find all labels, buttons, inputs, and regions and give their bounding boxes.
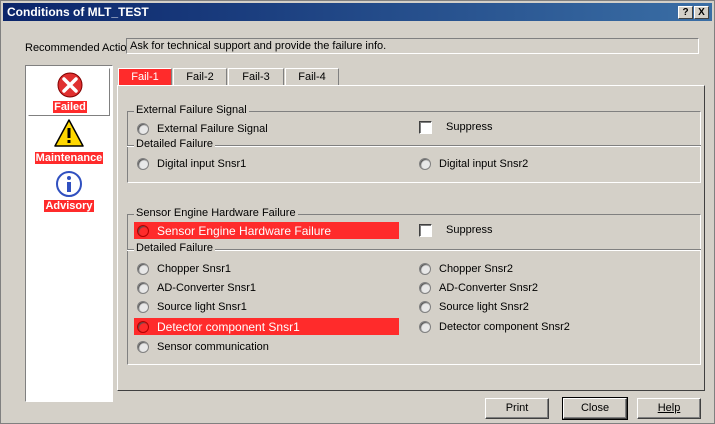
status-indicator <box>137 282 149 294</box>
list-item: Digital input Snsr2 <box>419 156 528 172</box>
title-bar: Conditions of MLT_TEST ? X <box>3 3 712 21</box>
sidebar-item-label: Maintenance <box>34 152 104 164</box>
status-indicator <box>137 341 149 353</box>
suppress-checkbox-row[interactable]: Suppress <box>419 119 492 135</box>
suppress-checkbox[interactable] <box>419 223 432 237</box>
sidebar-item-advisory[interactable]: Advisory <box>28 168 110 216</box>
list-item: Source light Snsr1 <box>137 299 247 315</box>
list-item: Digital input Snsr1 <box>137 156 246 172</box>
tab-fail-3[interactable]: Fail-3 <box>228 68 284 86</box>
status-indicator <box>137 321 149 333</box>
conditions-dialog: Conditions of MLT_TEST ? X Recommended A… <box>0 0 715 424</box>
list-item: AD-Converter Snsr2 <box>419 280 538 296</box>
help-icon[interactable]: ? <box>678 6 693 19</box>
sidebar-item-label: Advisory <box>44 200 94 212</box>
sidebar-item-maintenance[interactable]: Maintenance <box>28 118 110 166</box>
print-button[interactable]: Print <box>485 398 549 419</box>
status-indicator <box>419 301 431 313</box>
window-title: Conditions of MLT_TEST <box>7 5 149 19</box>
signal-label: External Failure Signal <box>157 123 268 135</box>
detail-title: Detailed Failure <box>134 138 216 150</box>
group-title: Sensor Engine Hardware Failure <box>134 207 298 219</box>
detail-title: Detailed Failure <box>134 242 216 254</box>
status-sidebar: Failed Maintenance Advisory <box>25 65 113 402</box>
close-icon[interactable]: X <box>694 6 709 19</box>
status-indicator <box>419 263 431 275</box>
signal-label: Sensor Engine Hardware Failure <box>157 224 332 238</box>
list-item: Source light Snsr2 <box>419 299 529 315</box>
list-item: Detector component Snsr1 <box>137 319 300 335</box>
status-indicator <box>419 282 431 294</box>
status-indicator <box>137 123 149 135</box>
tab-fail-4[interactable]: Fail-4 <box>285 68 339 86</box>
help-button[interactable]: Help <box>637 398 701 419</box>
suppress-label: Suppress <box>446 224 493 236</box>
status-indicator <box>419 158 431 170</box>
failed-x-icon <box>57 72 83 98</box>
list-item: AD-Converter Snsr1 <box>137 280 256 296</box>
sidebar-item-failed[interactable]: Failed <box>28 68 110 116</box>
info-icon <box>56 171 82 197</box>
status-indicator <box>137 158 149 170</box>
list-item: Chopper Snsr1 <box>137 261 231 277</box>
recommended-action-field: Ask for technical support and provide th… <box>126 38 699 54</box>
sensor-engine-signal-row: Sensor Engine Hardware Failure <box>137 223 332 239</box>
status-indicator <box>137 263 149 275</box>
status-indicator <box>137 225 149 237</box>
list-item: Chopper Snsr2 <box>419 261 513 277</box>
status-indicator <box>419 321 431 333</box>
external-failure-signal-row: External Failure Signal <box>137 121 268 137</box>
suppress-checkbox[interactable] <box>419 120 432 134</box>
group-title: External Failure Signal <box>134 104 249 116</box>
suppress-label: Suppress <box>446 121 493 133</box>
sidebar-item-label: Failed <box>53 101 87 113</box>
tab-fail-1[interactable]: Fail-1 <box>118 68 172 86</box>
close-button[interactable]: Close <box>562 397 628 420</box>
suppress-checkbox-row[interactable]: Suppress <box>419 222 492 238</box>
list-item: Sensor communication <box>137 339 269 355</box>
list-item: Detector component Snsr2 <box>419 319 570 335</box>
warning-icon <box>54 119 84 147</box>
status-indicator <box>137 301 149 313</box>
tab-fail-2[interactable]: Fail-2 <box>173 68 227 86</box>
recommended-action-label: Recommended Action: <box>25 42 136 54</box>
